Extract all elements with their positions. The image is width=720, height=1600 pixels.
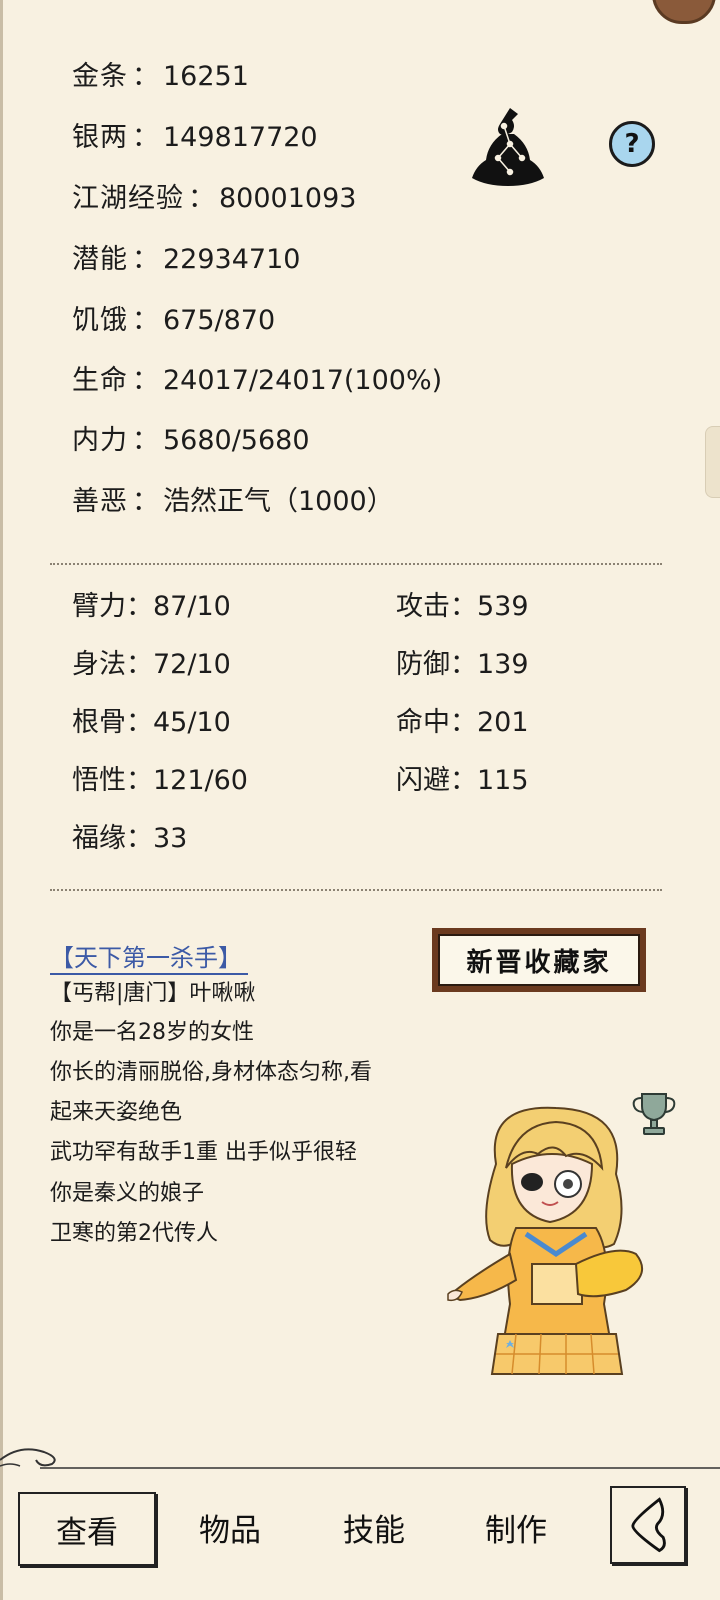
side-drawer-handle[interactable] — [705, 426, 720, 498]
avatar-icon[interactable] — [652, 0, 716, 24]
stat-morality: 善恶：浩然正气（1000） — [72, 486, 394, 517]
stat-value: 浩然正气（1000） — [163, 486, 394, 517]
stat-value: 24017/24017(100%) — [163, 365, 443, 396]
stat-value: 22934710 — [163, 244, 301, 275]
meditating-figure-icon[interactable] — [466, 104, 550, 188]
stat-label: 潜能 — [72, 244, 128, 275]
bio-line: 你长的清丽脱俗,身材体态匀称,看 — [50, 1060, 372, 1085]
back-arrow-icon — [631, 1497, 666, 1553]
stat-potential: 潜能： 22934710 — [72, 244, 301, 275]
stat-value: 149817720 — [163, 122, 318, 153]
stat-label: 内力 — [72, 425, 128, 456]
stat-label: 江湖经验 — [72, 183, 184, 214]
help-icon[interactable]: ? — [609, 121, 655, 167]
stat-value: 675/870 — [163, 305, 276, 336]
stat-silver: 银两： 149817720 — [72, 122, 318, 153]
plaque-text: 新晋收藏家 — [438, 934, 640, 986]
stat-experience: 江湖经验： 80001093 — [72, 183, 357, 214]
stat-label: 生命 — [72, 365, 128, 396]
character-status-screen: 金条： 16251 银两： 149817720 江湖经验： 80001093 潜能： 2… — [0, 0, 720, 1600]
back-button[interactable] — [610, 1486, 686, 1564]
stat-label: 善恶 — [72, 486, 128, 517]
bottom-navigation: 查看 物品 技能 制作 — [0, 1470, 720, 1600]
attr-dodge: 闪避：115 — [396, 765, 529, 796]
stat-health: 生命： 24017/24017(100%) — [72, 365, 443, 396]
stat-value: 16251 — [163, 61, 249, 92]
nav-items-button[interactable]: 物品 — [184, 1492, 276, 1562]
attr-strength: 臂力：87/10 — [72, 591, 231, 622]
nav-view-button[interactable]: 查看 — [18, 1492, 156, 1566]
stat-label: 饥饿 — [72, 305, 128, 336]
stat-internal-force: 内力： 5680/5680 — [72, 425, 310, 456]
attr-accuracy: 命中：201 — [396, 707, 529, 738]
bio-line: 起来天姿绝色 — [50, 1100, 183, 1125]
bio-line: 你是一名28岁的女性 — [50, 1020, 254, 1045]
attr-defense: 防御：139 — [396, 649, 529, 680]
stat-value: 80001093 — [219, 183, 357, 214]
bio-line: 【丐帮|唐门】叶啾啾 — [50, 981, 256, 1006]
decorative-swirl — [0, 1448, 720, 1469]
achievement-plaque[interactable]: 新晋收藏家 — [432, 928, 646, 992]
attr-attack: 攻击：539 — [396, 591, 529, 622]
screen-border — [0, 0, 3, 1600]
bio-line: 武功罕有敌手1重 出手似乎很轻 — [50, 1140, 357, 1165]
attr-constitution: 根骨：45/10 — [72, 707, 231, 738]
stat-gold-bars: 金条： 16251 — [72, 61, 249, 92]
section-divider — [50, 563, 662, 565]
stat-label: 金条 — [72, 61, 128, 92]
attr-fortune: 福缘：33 — [72, 823, 188, 854]
title-link[interactable]: 【天下第一杀手】 — [50, 943, 248, 975]
attr-comprehension: 悟性：121/60 — [72, 765, 248, 796]
nav-craft-button[interactable]: 制作 — [470, 1492, 562, 1562]
nav-skills-button[interactable]: 技能 — [328, 1492, 420, 1562]
stat-label: 银两 — [72, 122, 128, 153]
section-divider — [50, 889, 662, 891]
character-portrait — [447, 1106, 644, 1375]
stat-value: 5680/5680 — [163, 425, 310, 456]
bio-line: 卫寒的第2代传人 — [50, 1221, 218, 1246]
attr-agility: 身法：72/10 — [72, 649, 231, 680]
stat-hunger: 饥饿： 675/870 — [72, 305, 276, 336]
bio-line: 你是秦义的娘子 — [50, 1181, 205, 1206]
